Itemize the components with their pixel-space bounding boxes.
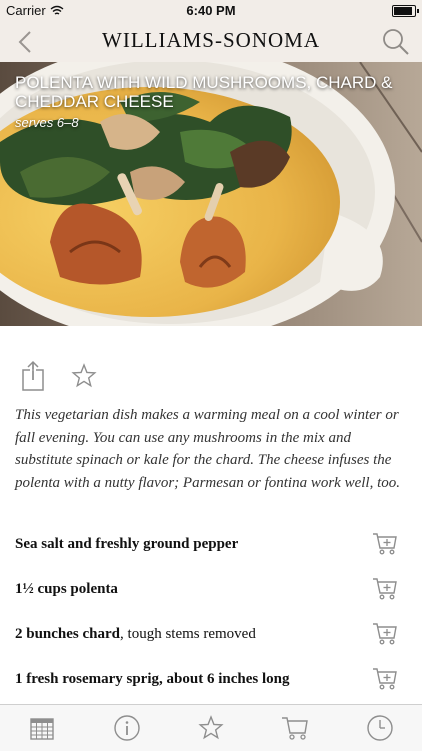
add-cart-icon	[373, 623, 397, 645]
add-to-cart-button[interactable]	[372, 622, 398, 646]
recipe-title: POLENTA WITH WILD MUSHROOMS, CHARD & CHE…	[15, 73, 393, 111]
star-icon	[71, 363, 97, 388]
ingredient-name: 1 fresh rosemary sprig, about 6 inches l…	[15, 671, 290, 687]
recipe-description: This vegetarian dish makes a warming mea…	[15, 407, 400, 491]
tab-bar	[0, 704, 422, 751]
tab-info[interactable]	[112, 713, 142, 743]
ingredient-note: , tough stems removed	[120, 626, 256, 642]
ingredient-text: Sea salt and freshly ground pepper	[15, 536, 238, 553]
share-button[interactable]	[20, 360, 48, 392]
add-to-cart-button[interactable]	[372, 577, 398, 601]
add-cart-icon	[373, 668, 397, 690]
ingredient-row: 1½ cups polenta	[0, 566, 422, 611]
ingredient-text: 1½ cups polenta	[15, 581, 118, 598]
ingredient-name: 1½ cups polenta	[15, 581, 118, 597]
share-icon	[22, 360, 44, 391]
search-button[interactable]	[380, 26, 412, 58]
tab-cart[interactable]	[280, 713, 310, 743]
ingredient-list: Sea salt and freshly ground pepper 1½ cu…	[0, 521, 422, 701]
recipe-hero: POLENTA WITH WILD MUSHROOMS, CHARD & CHE…	[0, 62, 422, 326]
recipe-actions	[20, 360, 98, 392]
tab-calendar[interactable]	[27, 713, 57, 743]
ingredient-row: 1 fresh rosemary sprig, about 6 inches l…	[0, 656, 422, 701]
nav-bar: WILLIAMS-SONOMA	[0, 22, 422, 63]
battery-fill	[394, 7, 413, 15]
add-cart-icon	[373, 533, 397, 555]
ingredient-name: 2 bunches chard	[15, 626, 121, 642]
battery-icon	[392, 5, 419, 17]
search-icon	[383, 29, 409, 55]
status-bar: Carrier 6:40 PM	[0, 0, 422, 22]
recipe-serves: serves 6–8	[15, 115, 79, 130]
tab-favorites[interactable]	[196, 713, 226, 743]
info-icon	[113, 715, 140, 741]
add-to-cart-button[interactable]	[372, 532, 398, 556]
clock-icon	[367, 715, 393, 741]
ingredient-name: Sea salt and freshly ground pepper	[15, 536, 239, 552]
favorite-button[interactable]	[70, 360, 98, 392]
calendar-icon	[30, 718, 54, 740]
add-cart-icon	[373, 578, 397, 600]
ingredient-row: 2 bunches chard, tough stems removed	[0, 611, 422, 656]
ingredient-text: 2 bunches chard, tough stems removed	[15, 626, 256, 643]
ingredient-row: Sea salt and freshly ground pepper	[0, 521, 422, 566]
star-icon	[198, 715, 224, 740]
ingredient-text: 1 fresh rosemary sprig, about 6 inches l…	[15, 671, 289, 688]
cart-icon	[282, 717, 309, 740]
add-to-cart-button[interactable]	[372, 667, 398, 691]
tab-timer[interactable]	[365, 713, 395, 743]
status-time: 6:40 PM	[186, 3, 236, 18]
brand-logo: WILLIAMS-SONOMA	[102, 28, 320, 52]
